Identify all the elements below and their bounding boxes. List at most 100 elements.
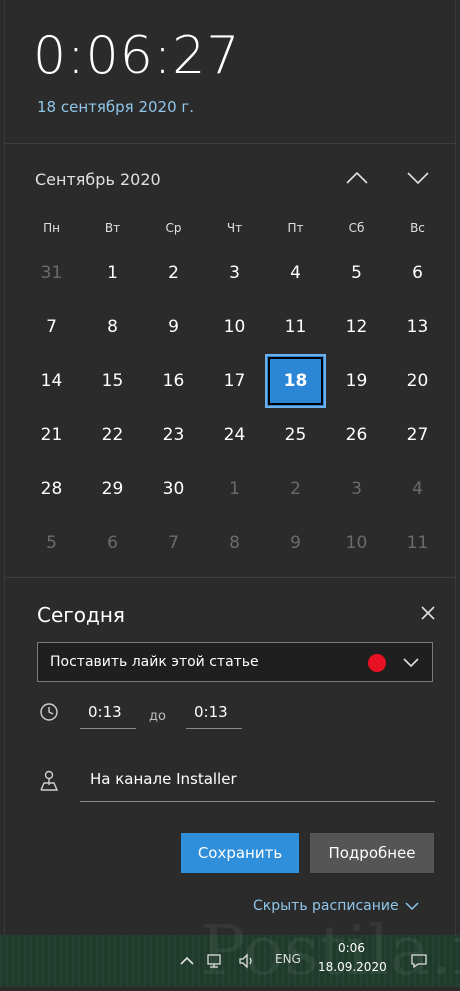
day-number: 19 — [345, 371, 368, 391]
day-number: 10 — [345, 533, 368, 553]
day-cell[interactable]: 8 — [82, 300, 143, 354]
taskbar-date[interactable]: 18.09.2020 — [318, 960, 387, 974]
start-time-input[interactable]: 0:13 — [80, 703, 136, 729]
month-title[interactable]: Сентябрь 2020 — [35, 170, 161, 189]
day-cell[interactable]: 7 — [143, 516, 204, 570]
day-cell[interactable]: 3 — [204, 246, 265, 300]
day-number: 24 — [223, 425, 246, 445]
day-cell[interactable]: 11 — [265, 300, 326, 354]
weekday-label: Пн — [43, 221, 60, 235]
current-date-link[interactable]: 18 сентября 2020 г. — [37, 98, 194, 116]
close-icon[interactable] — [417, 602, 439, 624]
day-cell[interactable]: 16 — [143, 354, 204, 408]
day-number: 7 — [168, 533, 179, 553]
chevron-down-icon[interactable] — [403, 656, 419, 668]
day-cell[interactable]: 9 — [265, 516, 326, 570]
network-icon[interactable] — [206, 953, 224, 969]
to-label: до — [149, 709, 166, 724]
volume-icon[interactable] — [238, 953, 256, 969]
end-time-input[interactable]: 0:13 — [186, 703, 242, 729]
day-cell[interactable]: 25 — [265, 408, 326, 462]
day-cell[interactable]: 27 — [387, 408, 448, 462]
day-cell[interactable]: 28 — [21, 462, 82, 516]
location-input[interactable]: На канале Installer — [80, 770, 435, 802]
weekday-label: Чт — [226, 221, 243, 235]
day-cell[interactable]: 24 — [204, 408, 265, 462]
day-number: 1 — [107, 263, 118, 283]
day-cell[interactable]: 22 — [82, 408, 143, 462]
day-cell[interactable]: 3 — [326, 462, 387, 516]
day-cell[interactable]: 7 — [21, 300, 82, 354]
day-cell[interactable]: 5 — [21, 516, 82, 570]
day-cell[interactable]: 29 — [82, 462, 143, 516]
hide-agenda-link[interactable]: Скрыть расписание — [253, 898, 419, 914]
day-number: 29 — [101, 479, 124, 499]
day-cell[interactable]: 30 — [143, 462, 204, 516]
weekday-header: Пн Вт Ср Чт Пт Сб Вс — [21, 210, 447, 246]
taskbar-time[interactable]: 0:06 — [338, 941, 365, 955]
day-number: 14 — [40, 371, 63, 391]
day-number: 10 — [223, 317, 246, 337]
next-month-button[interactable] — [402, 163, 434, 193]
weekday-label: Вс — [410, 221, 425, 235]
day-number: 11 — [406, 533, 429, 553]
day-cell[interactable]: 23 — [143, 408, 204, 462]
day-cell[interactable]: 2 — [143, 246, 204, 300]
day-number: 3 — [351, 479, 362, 499]
day-cell[interactable]: 1 — [204, 462, 265, 516]
day-number: 27 — [406, 425, 429, 445]
day-number: 16 — [162, 371, 185, 391]
calendar-grid: Пн Вт Ср Чт Пт Сб Вс 31 1 2 3 4 5 6 7 8 9 10 11 12 13 14 15 16… — [21, 210, 447, 570]
day-cell[interactable]: 2 — [265, 462, 326, 516]
day-cell[interactable]: 31 — [21, 246, 82, 300]
day-cell[interactable]: 6 — [82, 516, 143, 570]
day-cell-today[interactable]: 18 — [265, 354, 326, 408]
chevron-up-icon[interactable] — [178, 953, 196, 969]
day-number: 4 — [412, 479, 423, 499]
day-cell[interactable]: 11 — [387, 516, 448, 570]
day-cell[interactable]: 4 — [265, 246, 326, 300]
day-number: 12 — [345, 317, 368, 337]
day-number: 8 — [229, 533, 240, 553]
day-cell[interactable]: 6 — [387, 246, 448, 300]
day-cell[interactable]: 10 — [326, 516, 387, 570]
day-cell[interactable]: 1 — [82, 246, 143, 300]
day-cell[interactable]: 12 — [326, 300, 387, 354]
day-number: 5 — [351, 263, 362, 283]
day-cell[interactable]: 9 — [143, 300, 204, 354]
taskbar: ENG 0:06 18.09.2020 — [0, 935, 460, 987]
day-number: 22 — [101, 425, 124, 445]
day-cell[interactable]: 26 — [326, 408, 387, 462]
day-number: 3 — [229, 263, 240, 283]
event-color-dot[interactable] — [368, 654, 386, 672]
day-number: 2 — [168, 263, 179, 283]
language-indicator[interactable]: ENG — [275, 952, 301, 966]
event-name-input[interactable]: Поставить лайк этой статье — [37, 642, 433, 682]
day-number: 18 — [283, 371, 308, 391]
day-number: 31 — [40, 263, 63, 283]
day-cell[interactable]: 10 — [204, 300, 265, 354]
divider — [5, 577, 455, 578]
day-cell[interactable]: 5 — [326, 246, 387, 300]
notification-icon[interactable] — [410, 953, 428, 969]
day-number: 28 — [40, 479, 63, 499]
day-cell[interactable]: 13 — [387, 300, 448, 354]
day-number: 17 — [223, 371, 246, 391]
previous-month-button[interactable] — [341, 163, 373, 193]
day-number: 5 — [46, 533, 57, 553]
chevron-up-icon — [346, 171, 368, 184]
day-cell[interactable]: 17 — [204, 354, 265, 408]
day-cell[interactable]: 20 — [387, 354, 448, 408]
day-number: 1 — [229, 479, 240, 499]
save-button[interactable]: Сохранить — [181, 833, 299, 873]
day-cell[interactable]: 21 — [21, 408, 82, 462]
day-cell[interactable]: 8 — [204, 516, 265, 570]
day-cell[interactable]: 4 — [387, 462, 448, 516]
day-cell[interactable]: 15 — [82, 354, 143, 408]
more-details-button[interactable]: Подробнее — [310, 833, 434, 873]
day-number: 30 — [162, 479, 185, 499]
location-icon — [40, 770, 59, 791]
day-cell[interactable]: 14 — [21, 354, 82, 408]
day-number: 6 — [412, 263, 423, 283]
day-cell[interactable]: 19 — [326, 354, 387, 408]
